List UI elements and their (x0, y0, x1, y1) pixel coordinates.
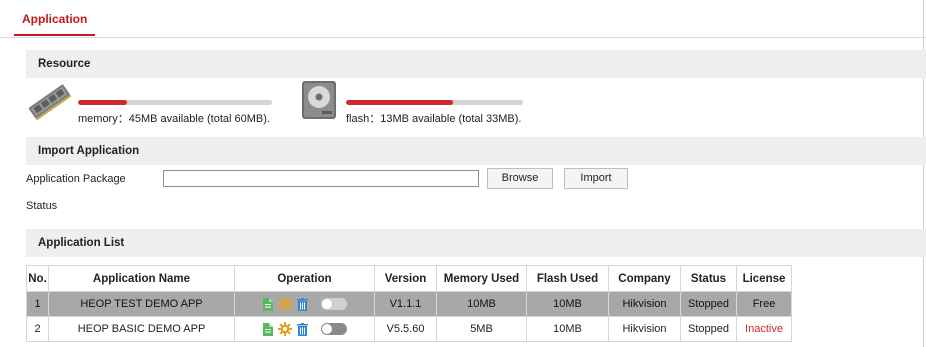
import-section-header: Import Application (26, 137, 926, 165)
cell-flash-used: 10MB (526, 316, 609, 342)
header-version: Version (374, 265, 437, 292)
cell-operation (234, 316, 375, 342)
header-application-name: Application Name (48, 265, 235, 292)
toggle-knob (322, 299, 332, 309)
cell-version: V1.1.1 (374, 291, 437, 317)
cell-no: 2 (26, 316, 49, 342)
flash-usage-fill (346, 100, 454, 105)
import-button[interactable]: Import (564, 168, 628, 189)
flash-usage-bar (346, 100, 523, 105)
application-list-table: No. Application Name Operation Version M… (26, 265, 792, 342)
table-row[interactable]: 1 HEOP TEST DEMO APP V1.1.1 10MB 10MB Hi… (26, 291, 792, 317)
memory-module-icon (28, 84, 72, 121)
tab-bar: Application (0, 0, 926, 38)
toggle-knob (322, 324, 332, 334)
enable-toggle[interactable] (321, 298, 347, 310)
cell-license: Free (736, 291, 792, 317)
header-company: Company (608, 265, 681, 292)
memory-usage-bar (78, 100, 272, 105)
flash-available-text: flash：13MB available (total 33MB). (346, 113, 522, 125)
cell-memory-used: 5MB (436, 316, 527, 342)
tab-application[interactable]: Application (14, 12, 96, 36)
cell-application-name: HEOP BASIC DEMO APP (48, 316, 235, 342)
header-status: Status (680, 265, 737, 292)
trash-icon[interactable] (297, 297, 308, 311)
header-memory-used: Memory Used (436, 265, 527, 292)
status-label: Status (26, 200, 58, 212)
cell-application-name: HEOP TEST DEMO APP (48, 291, 235, 317)
application-list-section-header: Application List (26, 229, 926, 257)
hard-disk-icon (302, 81, 336, 119)
document-icon[interactable] (262, 297, 273, 311)
document-icon[interactable] (262, 322, 273, 336)
cell-operation (234, 291, 375, 317)
application-package-input[interactable] (163, 170, 479, 187)
header-license: License (736, 265, 792, 292)
gear-icon[interactable] (278, 322, 292, 336)
table-row[interactable]: 2 HEOP BASIC DEMO APP V5.5.60 5MB 10MB H… (26, 316, 792, 342)
enable-toggle[interactable] (321, 323, 347, 335)
memory-available-text: memory：45MB available (total 60MB). (78, 113, 270, 125)
cell-company: Hikvision (608, 291, 681, 317)
cell-company: Hikvision (608, 316, 681, 342)
cell-status: Stopped (680, 316, 737, 342)
application-package-label: Application Package (26, 173, 126, 185)
gear-icon[interactable] (278, 297, 292, 311)
cell-no: 1 (26, 291, 49, 317)
header-flash-used: Flash Used (526, 265, 609, 292)
header-no: No. (26, 265, 49, 292)
cell-status: Stopped (680, 291, 737, 317)
cell-license: Inactive (736, 316, 792, 342)
cell-version: V5.5.60 (374, 316, 437, 342)
memory-usage-fill (78, 100, 127, 105)
header-operation: Operation (234, 265, 375, 292)
cell-memory-used: 10MB (436, 291, 527, 317)
resource-section-header: Resource (26, 50, 926, 78)
trash-icon[interactable] (297, 322, 308, 336)
table-header-row: No. Application Name Operation Version M… (26, 265, 792, 292)
cell-flash-used: 10MB (526, 291, 609, 317)
browse-button[interactable]: Browse (487, 168, 553, 189)
